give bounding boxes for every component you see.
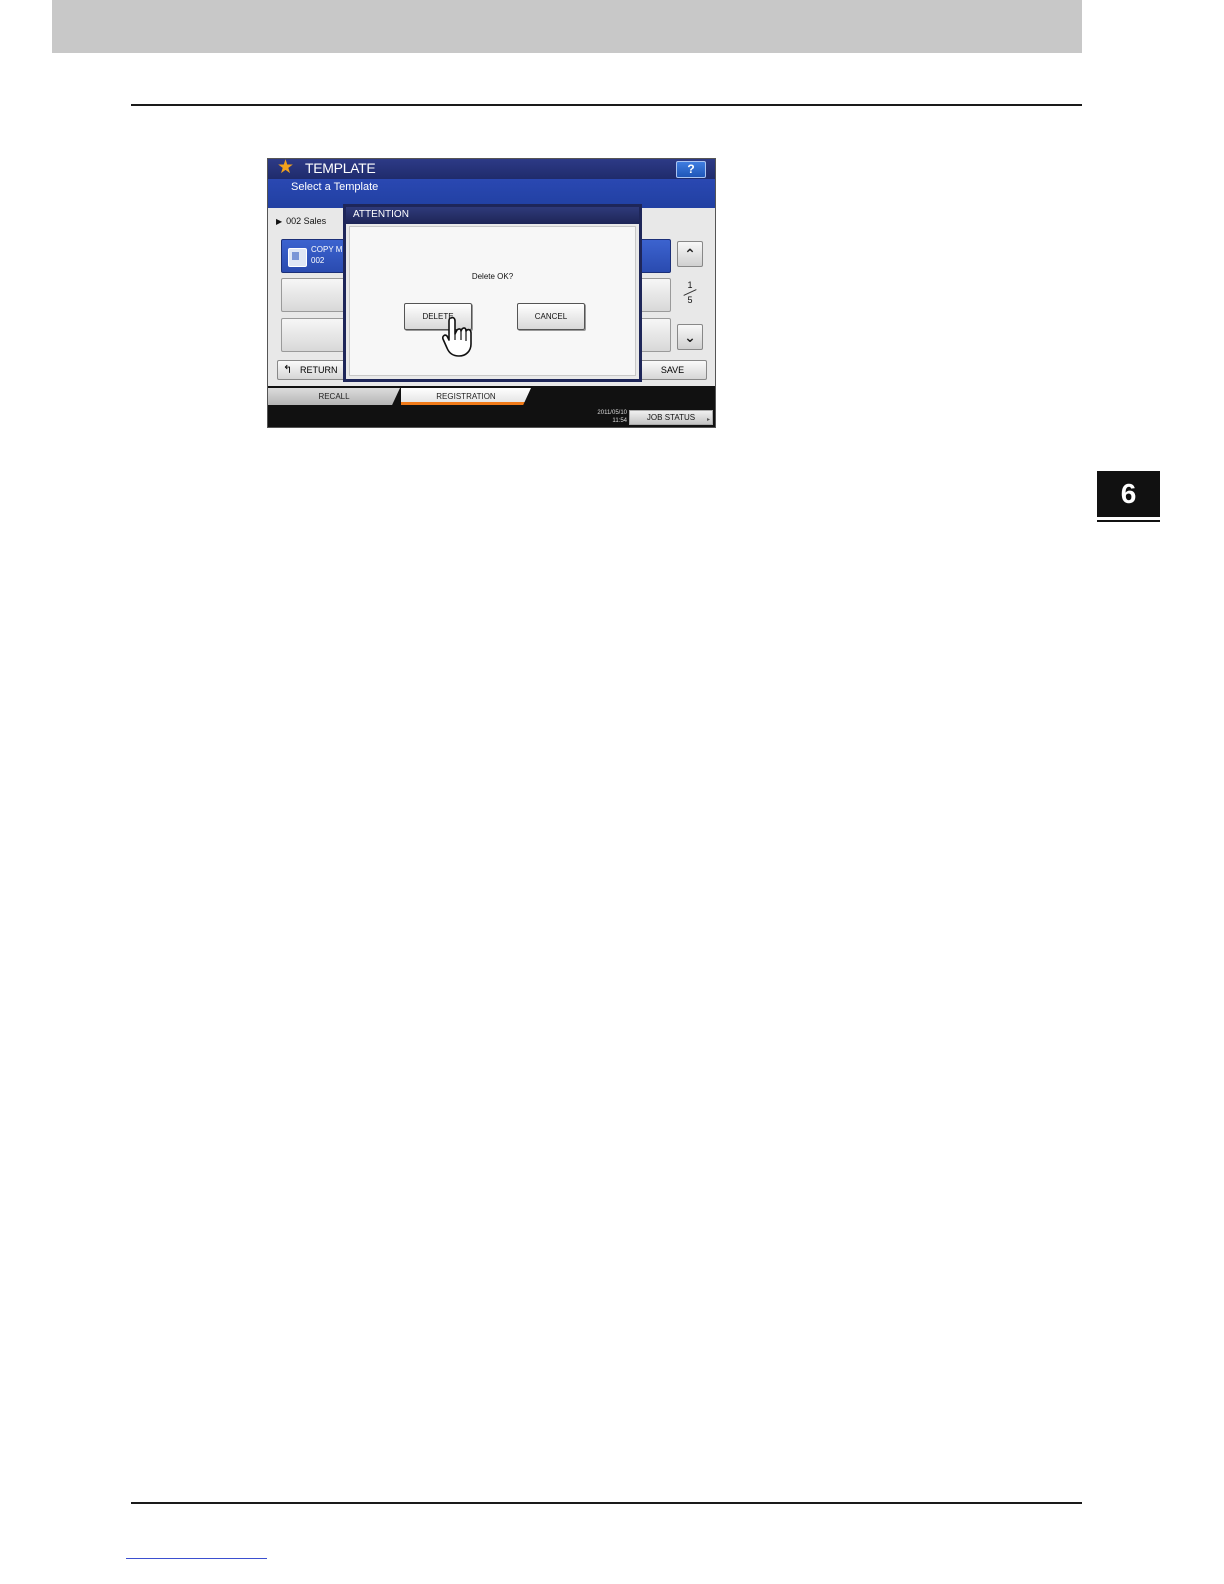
breadcrumb-label: 002 Sales (286, 216, 327, 226)
help-button[interactable]: ? (676, 161, 706, 178)
page-current: 1 (687, 280, 693, 290)
tab-registration[interactable]: REGISTRATION (401, 388, 531, 405)
tab-recall[interactable]: RECALL (268, 388, 400, 405)
footer-rule (131, 1502, 1082, 1504)
triangle-right-icon: ▶ (276, 217, 283, 226)
job-status-label: JOB STATUS (646, 413, 696, 422)
chevron-up-icon: ⌃ (684, 246, 696, 262)
clock-time: 11:54 (612, 418, 627, 424)
breadcrumb: ▶ 002 Sales (276, 216, 326, 226)
page-indicator: 1 5 (682, 279, 698, 306)
save-button[interactable]: SAVE (638, 360, 707, 380)
job-status-button[interactable]: JOB STATUS ▸ (629, 410, 713, 425)
status-bar: 2011/05/10 11:54 JOB STATUS ▸ (268, 407, 715, 427)
template-name: COPY M 002 (311, 245, 343, 265)
tab-bar: RECALL REGISTRATION (268, 386, 715, 407)
screen-subtitle: Select a Template (291, 181, 379, 193)
return-button[interactable]: ↰ RETURN (277, 360, 352, 380)
chevron-down-icon: ⌄ (684, 329, 696, 345)
copy-template-icon (288, 248, 307, 267)
return-arrow-icon: ↰ (283, 364, 293, 376)
page-total: 5 (687, 295, 693, 305)
dialog-title: ATTENTION (346, 207, 639, 224)
dialog-body: Delete OK? DELETE CANCEL (349, 226, 636, 376)
device-screen: ★ TEMPLATE ? Select a Template ▶ 002 Sale… (267, 158, 716, 428)
clock: 2011/05/10 11:54 (577, 409, 627, 425)
arrow-right-icon: ▸ (706, 417, 710, 423)
return-label: RETURN (300, 365, 338, 375)
attention-dialog: ATTENTION Delete OK? DELETE CANCEL (343, 204, 642, 382)
star-icon: ★ (277, 158, 295, 178)
dialog-message: Delete OK? (471, 272, 514, 281)
footer-link-underline[interactable] (126, 1558, 267, 1559)
scroll-down-button[interactable]: ⌄ (677, 324, 703, 350)
title-bar: ★ TEMPLATE ? (268, 159, 715, 179)
header-rule (131, 104, 1082, 106)
scroll-up-button[interactable]: ⌃ (677, 241, 703, 267)
cancel-button[interactable]: CANCEL (517, 303, 585, 330)
chapter-tab: 6 (1097, 471, 1160, 520)
clock-date: 2011/05/10 (597, 410, 627, 416)
screen-title: TEMPLATE (305, 160, 376, 176)
chapter-header-band (52, 0, 1082, 53)
pointing-hand-icon (442, 316, 472, 357)
